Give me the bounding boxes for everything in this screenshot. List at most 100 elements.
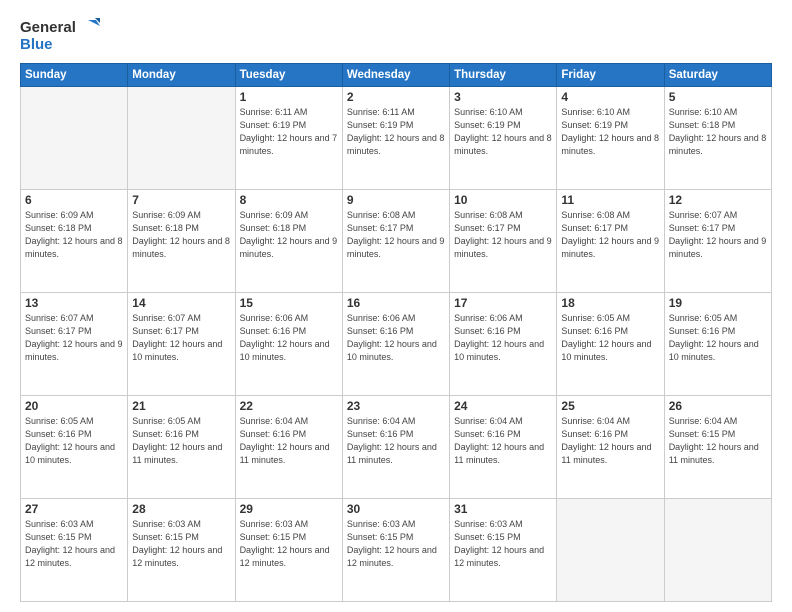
day-info: Sunrise: 6:06 AM Sunset: 6:16 PM Dayligh… [347,312,445,364]
day-number: 26 [669,399,767,413]
day-number: 31 [454,502,552,516]
calendar-day-cell: 31 Sunrise: 6:03 AM Sunset: 6:15 PM Dayli… [450,499,557,602]
day-number: 14 [132,296,230,310]
calendar-week-row: 13 Sunrise: 6:07 AM Sunset: 6:17 PM Dayli… [21,293,772,396]
day-number: 23 [347,399,445,413]
day-info: Sunrise: 6:07 AM Sunset: 6:17 PM Dayligh… [132,312,230,364]
day-number: 15 [240,296,338,310]
calendar-header-row: SundayMondayTuesdayWednesdayThursdayFrid… [21,64,772,87]
calendar-day-header: Wednesday [342,64,449,87]
day-info: Sunrise: 6:04 AM Sunset: 6:16 PM Dayligh… [347,415,445,467]
calendar-day-header: Friday [557,64,664,87]
day-number: 24 [454,399,552,413]
logo: General Blue [20,18,100,53]
day-info: Sunrise: 6:04 AM Sunset: 6:16 PM Dayligh… [240,415,338,467]
calendar-day-cell: 1 Sunrise: 6:11 AM Sunset: 6:19 PM Daylig… [235,87,342,190]
day-info: Sunrise: 6:10 AM Sunset: 6:19 PM Dayligh… [561,106,659,158]
day-number: 2 [347,90,445,104]
day-info: Sunrise: 6:05 AM Sunset: 6:16 PM Dayligh… [561,312,659,364]
calendar-day-cell: 15 Sunrise: 6:06 AM Sunset: 6:16 PM Dayli… [235,293,342,396]
day-info: Sunrise: 6:05 AM Sunset: 6:16 PM Dayligh… [669,312,767,364]
day-number: 18 [561,296,659,310]
calendar-day-cell: 19Sunrise: 6:05 AM Sunset: 6:16 PM Dayli… [664,293,771,396]
day-number: 12 [669,193,767,207]
day-info: Sunrise: 6:09 AM Sunset: 6:18 PM Dayligh… [25,209,123,261]
calendar-day-cell: 21 Sunrise: 6:05 AM Sunset: 6:16 PM Dayli… [128,396,235,499]
day-number: 3 [454,90,552,104]
day-info: Sunrise: 6:11 AM Sunset: 6:19 PM Dayligh… [240,106,338,158]
calendar-day-cell: 4 Sunrise: 6:10 AM Sunset: 6:19 PM Daylig… [557,87,664,190]
calendar-day-cell: 24 Sunrise: 6:04 AM Sunset: 6:16 PM Dayli… [450,396,557,499]
day-number: 11 [561,193,659,207]
day-info: Sunrise: 6:03 AM Sunset: 6:15 PM Dayligh… [347,518,445,570]
day-number: 22 [240,399,338,413]
day-number: 27 [25,502,123,516]
day-info: Sunrise: 6:03 AM Sunset: 6:15 PM Dayligh… [132,518,230,570]
calendar-day-cell: 12 Sunrise: 6:07 AM Sunset: 6:17 PM Dayli… [664,190,771,293]
day-info: Sunrise: 6:07 AM Sunset: 6:17 PM Dayligh… [669,209,767,261]
calendar-day-cell: 14 Sunrise: 6:07 AM Sunset: 6:17 PM Dayli… [128,293,235,396]
day-number: 7 [132,193,230,207]
calendar-empty-cell [21,87,128,190]
calendar-week-row: 1 Sunrise: 6:11 AM Sunset: 6:19 PM Daylig… [21,87,772,190]
day-number: 1 [240,90,338,104]
day-info: Sunrise: 6:09 AM Sunset: 6:18 PM Dayligh… [240,209,338,261]
calendar-table: SundayMondayTuesdayWednesdayThursdayFrid… [20,63,772,602]
logo-blue: Blue [20,36,53,53]
calendar-day-cell: 26 Sunrise: 6:04 AM Sunset: 6:15 PM Dayli… [664,396,771,499]
day-info: Sunrise: 6:10 AM Sunset: 6:18 PM Dayligh… [669,106,767,158]
calendar-day-cell: 20 Sunrise: 6:05 AM Sunset: 6:16 PM Dayli… [21,396,128,499]
calendar-day-cell: 27 Sunrise: 6:03 AM Sunset: 6:15 PM Dayli… [21,499,128,602]
calendar-day-header: Saturday [664,64,771,87]
calendar-day-cell: 29Sunrise: 6:03 AM Sunset: 6:15 PM Dayli… [235,499,342,602]
day-number: 13 [25,296,123,310]
calendar-day-cell: 25Sunrise: 6:04 AM Sunset: 6:16 PM Dayli… [557,396,664,499]
calendar-day-cell: 5 Sunrise: 6:10 AM Sunset: 6:18 PM Daylig… [664,87,771,190]
calendar-day-cell: 16 Sunrise: 6:06 AM Sunset: 6:16 PM Dayli… [342,293,449,396]
page: General Blue SundayMondayTuesdayWednesda… [0,0,792,612]
logo-bird-icon [78,18,100,36]
calendar-day-cell: 22 Sunrise: 6:04 AM Sunset: 6:16 PM Dayli… [235,396,342,499]
calendar-day-cell: 18 Sunrise: 6:05 AM Sunset: 6:16 PM Dayli… [557,293,664,396]
calendar-empty-cell [664,499,771,602]
calendar-day-cell: 8 Sunrise: 6:09 AM Sunset: 6:18 PM Daylig… [235,190,342,293]
day-number: 30 [347,502,445,516]
calendar-empty-cell [128,87,235,190]
day-number: 29 [240,502,338,516]
day-number: 21 [132,399,230,413]
day-info: Sunrise: 6:03 AM Sunset: 6:15 PM Dayligh… [25,518,123,570]
day-info: Sunrise: 6:10 AM Sunset: 6:19 PM Dayligh… [454,106,552,158]
calendar-day-header: Sunday [21,64,128,87]
day-info: Sunrise: 6:05 AM Sunset: 6:16 PM Dayligh… [132,415,230,467]
day-info: Sunrise: 6:03 AM Sunset: 6:15 PM Dayligh… [454,518,552,570]
day-number: 28 [132,502,230,516]
calendar-day-cell: 23 Sunrise: 6:04 AM Sunset: 6:16 PM Dayli… [342,396,449,499]
day-info: Sunrise: 6:06 AM Sunset: 6:16 PM Dayligh… [240,312,338,364]
day-number: 20 [25,399,123,413]
day-info: Sunrise: 6:08 AM Sunset: 6:17 PM Dayligh… [561,209,659,261]
day-info: Sunrise: 6:11 AM Sunset: 6:19 PM Dayligh… [347,106,445,158]
day-info: Sunrise: 6:04 AM Sunset: 6:16 PM Dayligh… [454,415,552,467]
calendar-day-cell: 17 Sunrise: 6:06 AM Sunset: 6:16 PM Dayli… [450,293,557,396]
day-number: 5 [669,90,767,104]
day-info: Sunrise: 6:08 AM Sunset: 6:17 PM Dayligh… [347,209,445,261]
day-number: 16 [347,296,445,310]
day-number: 9 [347,193,445,207]
day-number: 8 [240,193,338,207]
day-info: Sunrise: 6:04 AM Sunset: 6:15 PM Dayligh… [669,415,767,467]
calendar-empty-cell [557,499,664,602]
day-info: Sunrise: 6:08 AM Sunset: 6:17 PM Dayligh… [454,209,552,261]
calendar-day-cell: 28 Sunrise: 6:03 AM Sunset: 6:15 PM Dayli… [128,499,235,602]
day-number: 17 [454,296,552,310]
calendar-week-row: 27 Sunrise: 6:03 AM Sunset: 6:15 PM Dayli… [21,499,772,602]
calendar-week-row: 20 Sunrise: 6:05 AM Sunset: 6:16 PM Dayli… [21,396,772,499]
calendar-day-cell: 10Sunrise: 6:08 AM Sunset: 6:17 PM Dayli… [450,190,557,293]
calendar-day-header: Thursday [450,64,557,87]
day-info: Sunrise: 6:05 AM Sunset: 6:16 PM Dayligh… [25,415,123,467]
calendar-week-row: 6Sunrise: 6:09 AM Sunset: 6:18 PM Daylig… [21,190,772,293]
calendar-day-header: Tuesday [235,64,342,87]
day-info: Sunrise: 6:06 AM Sunset: 6:16 PM Dayligh… [454,312,552,364]
header: General Blue [20,18,772,53]
day-number: 4 [561,90,659,104]
calendar-day-cell: 9 Sunrise: 6:08 AM Sunset: 6:17 PM Daylig… [342,190,449,293]
